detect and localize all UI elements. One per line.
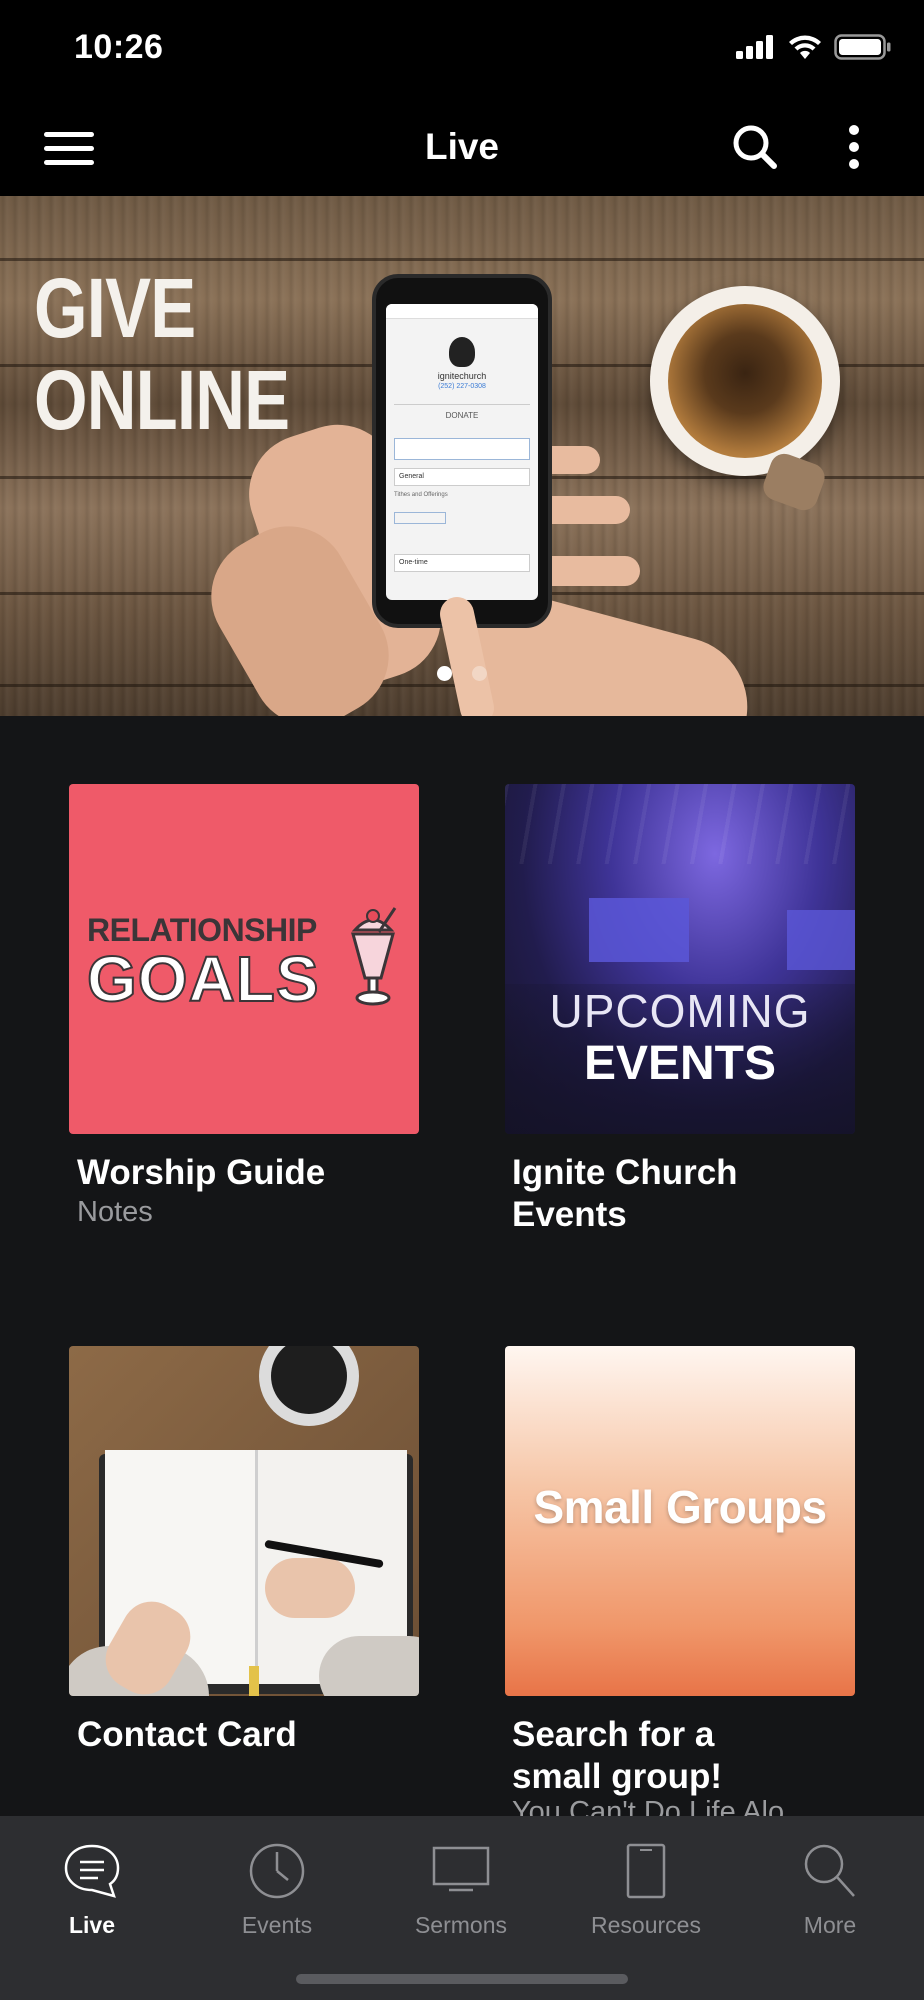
tile-title[interactable]: Ignite Church Events: [512, 1152, 738, 1236]
search-icon[interactable]: [732, 124, 778, 170]
battery-icon: [834, 34, 891, 60]
coffee-cup-image: [650, 286, 840, 476]
search-icon: [804, 1844, 855, 1897]
small-groups-text: Small Groups: [533, 1481, 827, 1533]
milkshake-icon: [351, 907, 397, 1006]
tile-title[interactable]: Search for a small group!: [512, 1714, 722, 1798]
top-nav-bar: Live: [0, 100, 924, 196]
tab-label: Resources: [591, 1912, 701, 1938]
tab-label: More: [803, 1912, 857, 1938]
contact-card-tile[interactable]: [69, 1346, 419, 1696]
tab-label: Sermons: [414, 1912, 508, 1938]
status-time: 10:26: [74, 28, 164, 66]
tile-title[interactable]: Contact Card: [77, 1714, 297, 1756]
hero-title: GIVE ONLINE: [34, 261, 290, 447]
tv-icon: [432, 1846, 490, 1892]
tab-label: Live: [68, 1912, 116, 1938]
carousel-dot-active[interactable]: [437, 666, 452, 681]
tile-subtitle: Notes: [77, 1196, 153, 1228]
clock-icon: [249, 1843, 305, 1899]
tab-sermons[interactable]: Sermons: [381, 1828, 541, 1948]
wifi-icon: [789, 35, 821, 59]
status-icons: [736, 34, 892, 60]
tab-more[interactable]: More: [750, 1828, 910, 1948]
church-events-tile[interactable]: UPCOMING EVENTS: [505, 784, 855, 1134]
phone-image: ignitechurch (252) 227-0308 DONATE Gener…: [372, 274, 552, 628]
tab-live[interactable]: Live: [12, 1828, 172, 1948]
small-groups-tile[interactable]: Small Groups: [505, 1346, 855, 1696]
tablet-icon: [626, 1843, 666, 1899]
bottom-tab-bar: Live Events Sermons Resources More: [0, 1816, 924, 2000]
events-text: EVENTS: [583, 1037, 777, 1090]
tab-events[interactable]: Events: [197, 1828, 357, 1948]
hero-carousel[interactable]: GIVE ONLINE ignitechurch (252) 227-0308 …: [0, 196, 924, 716]
signal-icon: [736, 35, 773, 59]
home-indicator[interactable]: [296, 1974, 628, 1984]
more-options-icon[interactable]: [848, 124, 860, 170]
tile-title[interactable]: Worship Guide: [77, 1152, 325, 1194]
tab-label: Events: [241, 1912, 313, 1938]
carousel-dot[interactable]: [472, 666, 487, 681]
upcoming-text: UPCOMING: [549, 985, 811, 1037]
tab-resources[interactable]: Resources: [566, 1828, 726, 1948]
worship-guide-tile[interactable]: RELATIONSHIP GOALS: [69, 784, 419, 1134]
page-title: Live: [424, 126, 500, 167]
carousel-indicator: [0, 666, 924, 681]
status-bar: 10:26: [0, 0, 924, 100]
chat-bubble-icon: [64, 1844, 120, 1898]
